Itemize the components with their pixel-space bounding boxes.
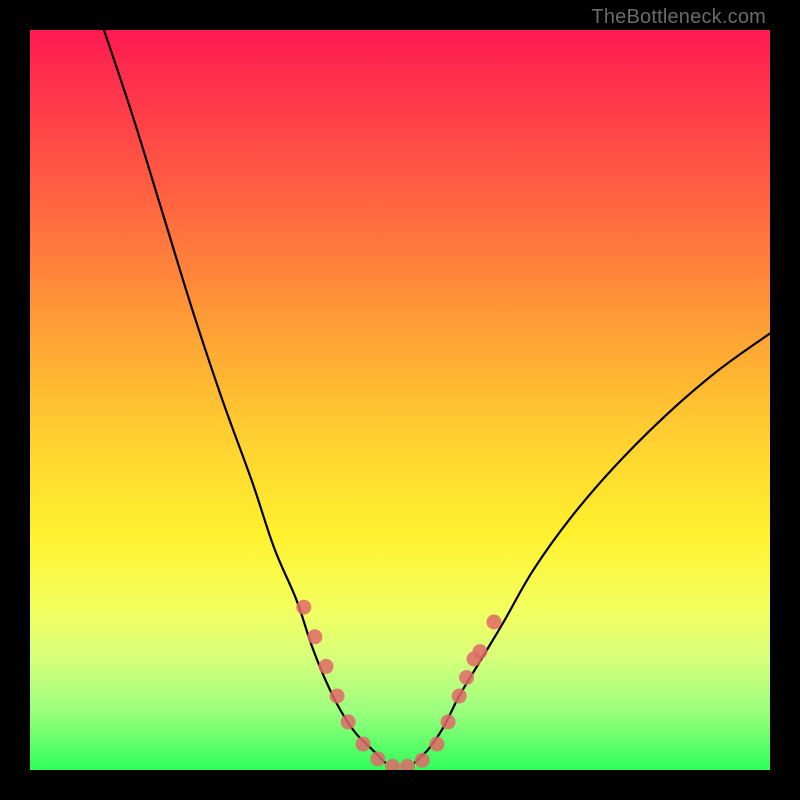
watermark-text: TheBottleneck.com [591, 6, 766, 29]
plot-area [30, 30, 770, 770]
gradient-background [30, 30, 770, 770]
chart-frame: TheBottleneck.com [0, 0, 800, 800]
